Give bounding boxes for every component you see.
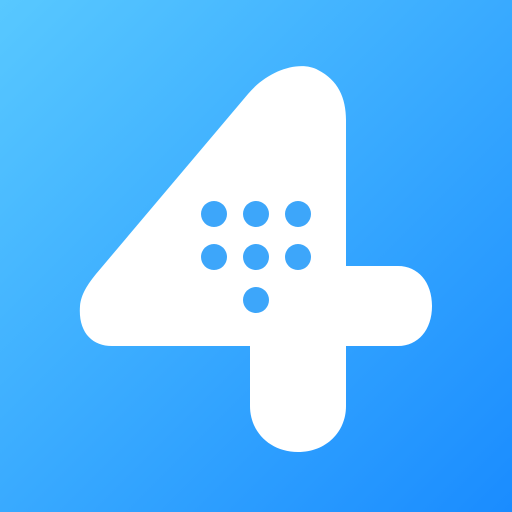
dialpad-key-dot [243,201,269,227]
dialpad-key-dot [243,244,269,270]
dialpad-key-dot [201,201,227,227]
app-icon [0,0,512,512]
dialpad-key-dot [201,244,227,270]
dialpad-key-dot [285,201,311,227]
dialpad-key-dot [285,244,311,270]
four-lower-stem [250,300,346,452]
dialpad-key-dot [243,287,269,313]
app-icon-graphic [0,0,512,512]
